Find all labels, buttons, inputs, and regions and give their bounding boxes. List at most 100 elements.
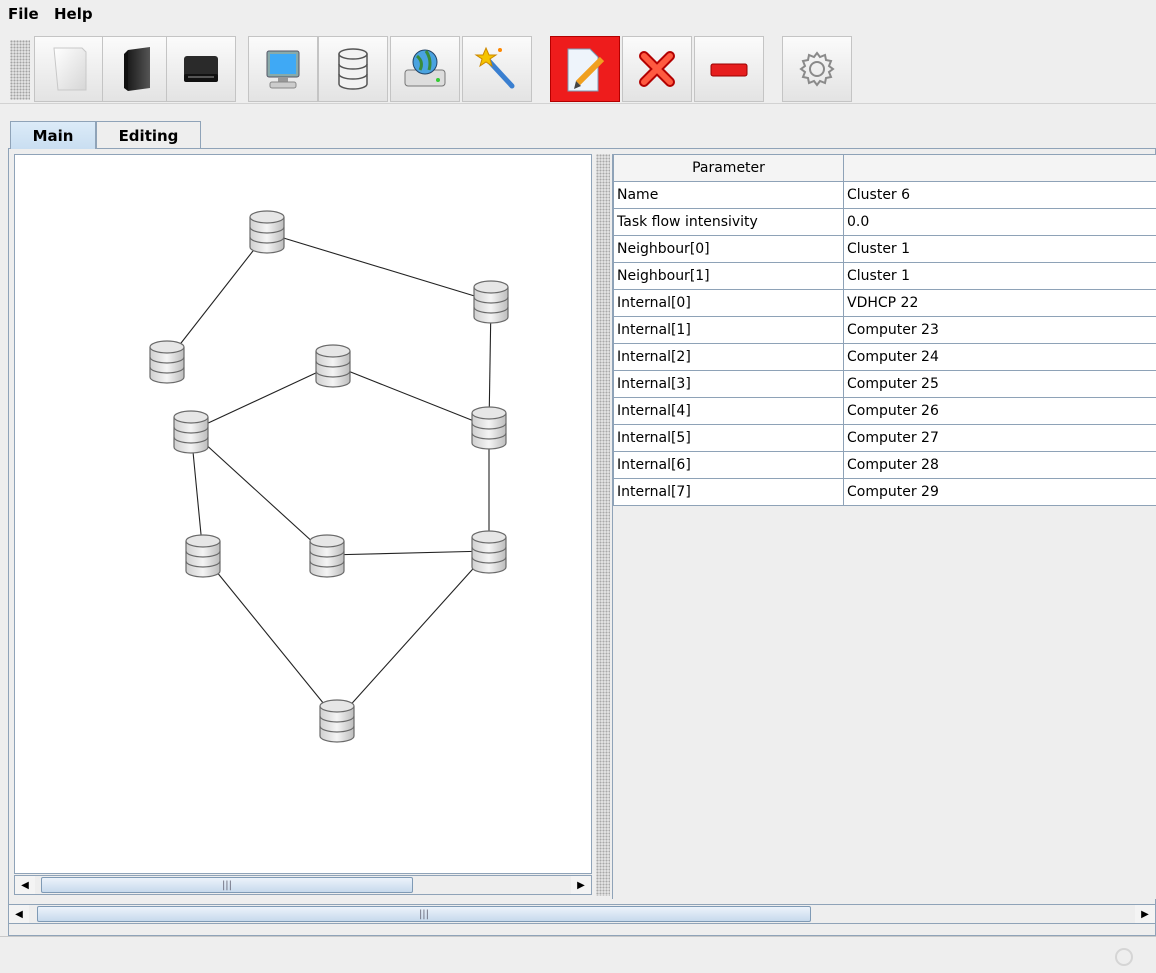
settings-icon	[799, 51, 835, 87]
edit-document-icon	[567, 48, 605, 92]
table-row[interactable]: Internal[5] Computer 27	[613, 424, 1156, 452]
network-graph[interactable]	[15, 155, 592, 874]
table-row[interactable]: Internal[2] Computer 24	[613, 343, 1156, 371]
param-value[interactable]: Computer 24	[843, 343, 1156, 371]
graph-edge	[202, 554, 338, 721]
scroll-thumb[interactable]: |||	[41, 877, 413, 893]
table-row[interactable]: Internal[3] Computer 25	[613, 370, 1156, 398]
parameters-table[interactable]: Parameter Name Cluster 6 Task flow intens…	[613, 154, 1156, 506]
split-pane-divider[interactable]	[596, 154, 610, 896]
graph-edge	[326, 550, 490, 556]
param-name[interactable]: Internal[2]	[613, 343, 844, 371]
new-document-button[interactable]	[34, 36, 104, 102]
toolbar-grip[interactable]	[10, 40, 30, 100]
database-node[interactable]	[173, 410, 209, 454]
table-row[interactable]: Internal[0] VDHCP 22	[613, 289, 1156, 317]
param-value[interactable]: Computer 26	[843, 397, 1156, 425]
new-document-icon	[53, 47, 87, 91]
database-node[interactable]	[309, 534, 345, 578]
main-horizontal-scrollbar[interactable]: ◀ ||| ▶	[8, 904, 1156, 924]
remove-icon	[710, 63, 748, 77]
graph-edge	[332, 364, 490, 428]
network-drive-button[interactable]	[390, 36, 460, 102]
scroll-left-arrow-icon[interactable]: ◀	[9, 905, 29, 923]
scroll-thumb-grip: |||	[418, 908, 430, 920]
tab-editing[interactable]: Editing	[96, 121, 201, 149]
graph-edge	[266, 232, 492, 302]
database-node[interactable]	[249, 210, 285, 254]
table-row[interactable]: Internal[4] Computer 26	[613, 397, 1156, 425]
open-file-icon	[124, 47, 150, 91]
graph-horizontal-scrollbar[interactable]: ◀ ||| ▶	[14, 875, 592, 895]
graph-edge	[190, 364, 334, 432]
scroll-thumb[interactable]: |||	[37, 906, 811, 922]
remove-button[interactable]	[694, 36, 764, 102]
database-node[interactable]	[149, 340, 185, 384]
param-name[interactable]: Internal[7]	[613, 478, 844, 506]
computer-button[interactable]	[248, 36, 318, 102]
param-name[interactable]: Neighbour[0]	[613, 235, 844, 263]
menu-file[interactable]: File	[8, 5, 39, 23]
param-name[interactable]: Name	[613, 181, 844, 209]
param-value[interactable]: 0.0	[843, 208, 1156, 236]
database-icon	[338, 48, 368, 90]
open-file-button[interactable]	[102, 36, 172, 102]
database-node[interactable]	[473, 280, 509, 324]
scroll-thumb-grip: |||	[221, 879, 233, 891]
scroll-left-arrow-icon[interactable]: ◀	[15, 876, 35, 894]
table-row[interactable]: Task flow intensivity 0.0	[613, 208, 1156, 236]
delete-icon	[639, 51, 675, 87]
menu-help[interactable]: Help	[54, 5, 93, 23]
table-header-row: Parameter	[613, 154, 1156, 182]
status-bar-divider	[0, 936, 1156, 937]
param-value[interactable]: Cluster 6	[843, 181, 1156, 209]
save-button[interactable]	[166, 36, 236, 102]
table-row[interactable]: Neighbour[0] Cluster 1	[613, 235, 1156, 263]
delete-button[interactable]	[622, 36, 692, 102]
param-name[interactable]: Internal[3]	[613, 370, 844, 398]
graph-edges	[166, 232, 492, 721]
param-name[interactable]: Internal[1]	[613, 316, 844, 344]
edit-document-button[interactable]	[550, 36, 620, 102]
param-value[interactable]: Computer 29	[843, 478, 1156, 506]
param-name[interactable]: Internal[4]	[613, 397, 844, 425]
table-row[interactable]: Internal[1] Computer 23	[613, 316, 1156, 344]
busy-indicator-icon	[1115, 948, 1133, 966]
database-node[interactable]	[471, 406, 507, 450]
network-drive-icon	[404, 49, 446, 87]
param-value[interactable]: Computer 27	[843, 424, 1156, 452]
database-node[interactable]	[471, 530, 507, 574]
param-name[interactable]: Task flow intensivity	[613, 208, 844, 236]
table-row[interactable]: Name Cluster 6	[613, 181, 1156, 209]
tab-main[interactable]: Main	[10, 121, 96, 149]
table-row[interactable]: Internal[6] Computer 28	[613, 451, 1156, 479]
menu-bar: File Help	[0, 0, 1156, 32]
column-header-value[interactable]	[843, 154, 1156, 182]
graph-edge	[166, 232, 268, 362]
magic-wand-button[interactable]	[462, 36, 532, 102]
database-node[interactable]	[319, 699, 355, 743]
param-name[interactable]: Internal[5]	[613, 424, 844, 452]
save-icon	[184, 56, 218, 82]
graph-canvas[interactable]	[14, 154, 592, 874]
table-row[interactable]: Neighbour[1] Cluster 1	[613, 262, 1156, 290]
settings-button[interactable]	[782, 36, 852, 102]
scroll-right-arrow-icon[interactable]: ▶	[571, 876, 591, 894]
magic-wand-icon	[474, 46, 515, 89]
param-value[interactable]: Cluster 1	[843, 235, 1156, 263]
param-name[interactable]: Internal[6]	[613, 451, 844, 479]
database-node[interactable]	[315, 344, 351, 388]
computer-icon	[266, 50, 300, 89]
database-button[interactable]	[318, 36, 388, 102]
param-value[interactable]: VDHCP 22	[843, 289, 1156, 317]
database-node[interactable]	[185, 534, 221, 578]
param-value[interactable]: Cluster 1	[843, 262, 1156, 290]
scroll-right-arrow-icon[interactable]: ▶	[1135, 905, 1155, 923]
param-value[interactable]: Computer 28	[843, 451, 1156, 479]
table-row[interactable]: Internal[7] Computer 29	[613, 478, 1156, 506]
param-value[interactable]: Computer 23	[843, 316, 1156, 344]
column-header-parameter[interactable]: Parameter	[613, 154, 844, 182]
param-name[interactable]: Internal[0]	[613, 289, 844, 317]
param-name[interactable]: Neighbour[1]	[613, 262, 844, 290]
param-value[interactable]: Computer 25	[843, 370, 1156, 398]
